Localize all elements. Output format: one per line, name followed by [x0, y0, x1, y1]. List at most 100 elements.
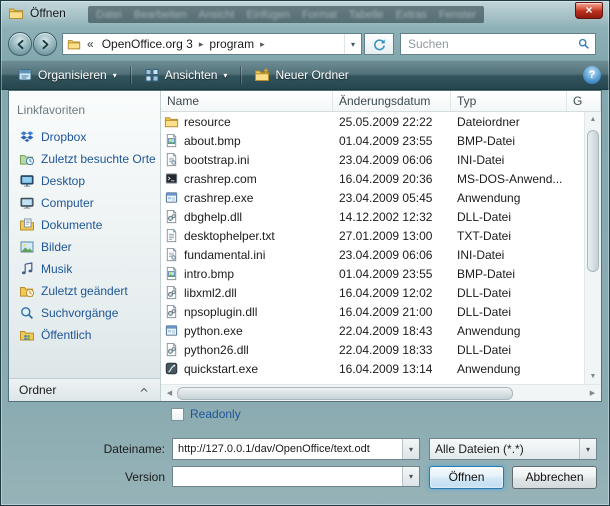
column-header-type[interactable]: Typ — [451, 91, 567, 111]
filetype-combobox[interactable]: Alle Dateien (*.*) ▾ — [429, 438, 597, 460]
file-name: python.exe — [184, 324, 243, 338]
sidebar-item-zuletzt-besuchte-orte[interactable]: Zuletzt besuchte Orte — [9, 148, 160, 170]
file-name-cell: crashrep.com — [161, 171, 333, 186]
scroll-up-icon[interactable]: ▲ — [585, 112, 601, 127]
file-row[interactable]: resource25.05.2009 22:22Dateiordner — [161, 112, 584, 131]
scroll-right-icon[interactable]: ▶ — [585, 389, 600, 397]
file-modified-date: 23.04.2009 06:06 — [333, 248, 451, 262]
bmp-file-icon — [164, 133, 179, 148]
filename-dropdown-button[interactable]: ▾ — [402, 439, 419, 459]
horizontal-scroll-thumb[interactable] — [177, 387, 513, 400]
favorites-header: Linkfavoriten — [9, 99, 160, 126]
organize-button[interactable]: Organisieren ▾ — [9, 64, 125, 86]
exe-file-icon — [164, 323, 179, 338]
breadcrumb-item-openoffice[interactable]: OpenOffice.org 3 — [97, 37, 198, 51]
filename-value[interactable]: http://127.0.0.1/dav/OpenOffice/text.odt — [173, 443, 402, 455]
column-header-size[interactable]: G — [567, 91, 601, 111]
file-modified-date: 23.04.2009 05:45 — [333, 191, 451, 205]
file-row[interactable]: intro.bmp01.04.2009 23:55BMP-Datei — [161, 264, 584, 283]
sidebar-item-dropbox[interactable]: Dropbox — [9, 126, 160, 148]
version-combobox[interactable]: ▾ — [172, 466, 420, 487]
recent-changed-icon — [19, 283, 35, 299]
scroll-left-icon[interactable]: ◀ — [162, 389, 177, 397]
file-modified-date: 16.04.2009 20:36 — [333, 172, 451, 186]
new-folder-button[interactable]: Neuer Ordner — [246, 64, 356, 86]
filename-combobox[interactable]: http://127.0.0.1/dav/OpenOffice/text.odt… — [172, 438, 420, 460]
file-name: quickstart.exe — [184, 362, 258, 376]
sidebar-item-dokumente[interactable]: Dokumente — [9, 214, 160, 236]
file-row[interactable]: python.exe22.04.2009 18:43Anwendung — [161, 321, 584, 340]
close-button[interactable]: × — [575, 2, 603, 19]
file-type: BMP-Datei — [451, 267, 567, 281]
breadcrumb-item-program[interactable]: program — [204, 37, 259, 51]
file-name-cell: python26.dll — [161, 342, 333, 357]
sidebar-item-bilder[interactable]: Bilder — [9, 236, 160, 258]
file-type: DLL-Datei — [451, 343, 567, 357]
computer-icon — [19, 195, 35, 211]
cancel-button[interactable]: Abbrechen — [512, 466, 597, 489]
sidebar-item-desktop[interactable]: Desktop — [9, 170, 160, 192]
file-name: about.bmp — [184, 134, 241, 148]
dll-file-icon — [164, 285, 179, 300]
file-row[interactable]: dbghelp.dll 14.12.2002 12:32DLL-Datei — [161, 207, 584, 226]
file-row[interactable]: fundamental.ini23.04.2009 06:06INI-Datei — [161, 245, 584, 264]
dialog-icon — [8, 5, 24, 21]
sidebar-item-computer[interactable]: Computer — [9, 192, 160, 214]
command-toolbar: Organisieren ▾ Ansichten ▾ Neuer Ordner … — [1, 60, 609, 90]
forward-button[interactable] — [33, 32, 57, 56]
refresh-icon — [372, 37, 387, 52]
sidebar-item-musik[interactable]: Musik — [9, 258, 160, 280]
sidebar-item-suchvorgaenge[interactable]: Suchvorgänge — [9, 302, 160, 324]
column-header-date[interactable]: Änderungsdatum — [333, 91, 451, 111]
help-button[interactable]: ? — [583, 66, 601, 84]
chevron-up-icon — [138, 384, 150, 396]
file-row[interactable]: crashrep.exe23.04.2009 05:45Anwendung — [161, 188, 584, 207]
file-name-cell: crashrep.exe — [161, 190, 333, 205]
address-dropdown-button[interactable]: ▾ — [344, 34, 361, 54]
file-type: DLL-Datei — [451, 286, 567, 300]
column-header-name[interactable]: Name — [161, 91, 333, 111]
vertical-scrollbar[interactable]: ▲ ▼ — [584, 112, 601, 384]
file-row[interactable]: python26.dll22.04.2009 18:33DLL-Datei — [161, 340, 584, 359]
sidebar-item-zuletzt-geaendert[interactable]: Zuletzt geändert — [9, 280, 160, 302]
folders-expander[interactable]: Ordner — [9, 378, 160, 401]
file-modified-date: 14.12.2002 12:32 — [333, 210, 451, 224]
file-row[interactable]: libxml2.dll16.04.2009 12:02DLL-Datei — [161, 283, 584, 302]
refresh-button[interactable] — [364, 33, 394, 55]
file-name: dbghelp.dll — [184, 210, 242, 224]
file-type: BMP-Datei — [451, 134, 567, 148]
file-name: resource — [184, 115, 231, 129]
horizontal-scrollbar[interactable]: ◀ ▶ — [161, 384, 601, 401]
file-row[interactable]: crashrep.com16.04.2009 20:36MS-DOS-Anwen… — [161, 169, 584, 188]
version-dropdown-button[interactable]: ▾ — [402, 467, 419, 486]
breadcrumb-separator-icon[interactable]: ▸ — [259, 39, 266, 50]
window-title: Öffnen — [30, 6, 66, 20]
file-name-cell: fundamental.ini — [161, 247, 333, 262]
views-button[interactable]: Ansichten ▾ — [136, 64, 236, 86]
search-icon[interactable] — [577, 37, 591, 51]
new-folder-label: Neuer Ordner — [275, 68, 348, 82]
back-button[interactable] — [8, 32, 32, 56]
file-row[interactable]: quickstart.exe16.04.2009 13:14Anwendung — [161, 359, 584, 378]
filename-label: Dateiname: — [55, 442, 165, 456]
filetype-dropdown-button[interactable]: ▾ — [579, 439, 596, 459]
sidebar-item-label: Suchvorgänge — [41, 306, 118, 320]
sidebar-item-label: Zuletzt geändert — [41, 284, 128, 298]
titlebar[interactable]: Datei Bearbeiten Ansicht Einfügen Format… — [0, 0, 610, 28]
sidebar-item-oeffentlich[interactable]: Öffentlich — [9, 324, 160, 346]
address-bar[interactable]: « OpenOffice.org 3 ▸ program ▸ ▾ — [62, 33, 362, 55]
readonly-checkbox[interactable] — [171, 408, 184, 421]
search-input[interactable]: Suchen — [400, 33, 596, 55]
file-row[interactable]: bootstrap.ini23.04.2009 06:06INI-Datei — [161, 150, 584, 169]
vertical-scroll-thumb[interactable] — [587, 130, 599, 272]
file-type: DLL-Datei — [451, 210, 567, 224]
file-row[interactable]: npsoplugin.dll16.04.2009 21:00DLL-Datei — [161, 302, 584, 321]
breadcrumb-overflow-button[interactable]: « — [84, 37, 97, 51]
sidebar-item-label: Dropbox — [41, 130, 86, 144]
file-row[interactable]: desktophelper.txt27.01.2009 13:00TXT-Dat… — [161, 226, 584, 245]
scroll-down-icon[interactable]: ▼ — [585, 369, 601, 384]
readonly-option[interactable]: Readonly — [171, 407, 241, 421]
open-button[interactable]: Öffnen — [429, 466, 504, 489]
file-row[interactable]: about.bmp01.04.2009 23:55BMP-Datei — [161, 131, 584, 150]
ini-file-icon — [164, 152, 179, 167]
